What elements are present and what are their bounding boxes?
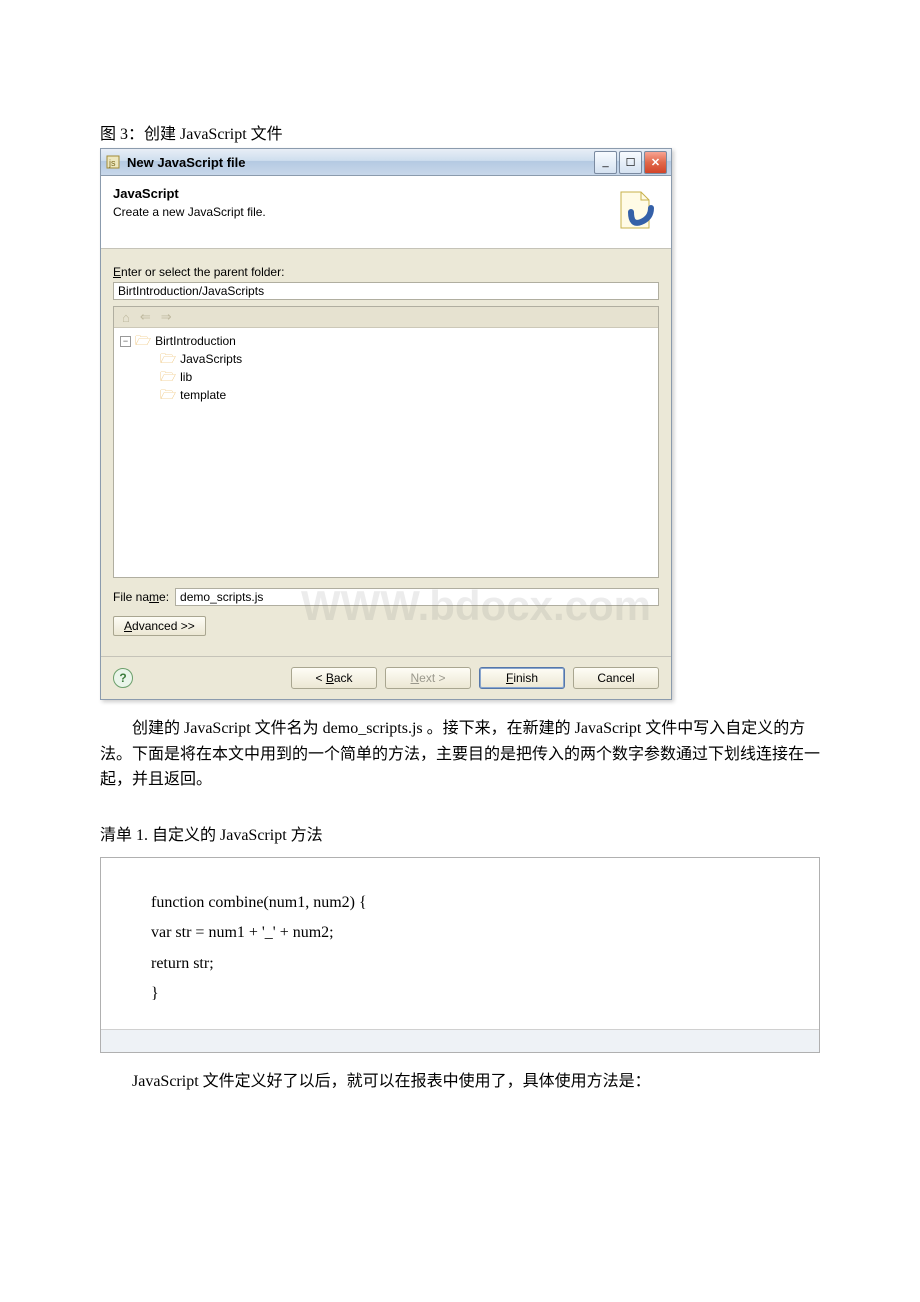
collapse-icon[interactable]: − (120, 336, 131, 347)
dialog-heading: JavaScript (113, 186, 611, 201)
advanced-button[interactable]: Advanced >> (113, 616, 206, 636)
forward-arrow-icon[interactable]: ⇒ (161, 309, 172, 325)
filename-label: File name: (113, 590, 169, 604)
parent-folder-input[interactable] (113, 282, 659, 300)
tree-row-root[interactable]: − 🗁 BirtIntroduction (120, 332, 652, 350)
cancel-button[interactable]: Cancel (573, 667, 659, 689)
tree-row-lib[interactable]: 🗁 lib (120, 368, 652, 386)
code-line: return str; (151, 949, 799, 979)
help-icon[interactable]: ? (113, 668, 133, 688)
paragraph-1: 创建的 JavaScript 文件名为 demo_scripts.js 。接下来… (100, 716, 820, 793)
watermark-text: WWW.bdocx.com (301, 582, 651, 630)
tree-row-javascripts[interactable]: 🗁 JavaScripts (120, 350, 652, 368)
listing-footer (101, 1029, 819, 1052)
code-line: } (151, 979, 799, 1009)
folder-tree: ⌂ ⇐ ⇒ − 🗁 BirtIntroduction 🗁 JavaScripts (113, 306, 659, 578)
tree-toolbar: ⌂ ⇐ ⇒ (114, 307, 658, 328)
dialog-body: EEnter or select the parent folder:nter … (101, 249, 671, 656)
code-line: function combine(num1, num2) { (151, 888, 799, 918)
back-button[interactable]: < Back (291, 667, 377, 689)
maximize-button[interactable]: ☐ (619, 151, 642, 174)
minimize-button[interactable]: _ (594, 151, 617, 174)
code-listing: function combine(num1, num2) { var str =… (100, 857, 820, 1054)
window-title: New JavaScript file (127, 155, 592, 170)
folder-open-icon: 🗁 (160, 386, 176, 404)
folder-open-icon: 🗁 (160, 368, 176, 386)
figure-caption: 图 3：创建 JavaScript 文件 (100, 120, 880, 144)
js-file-icon (611, 186, 659, 234)
tree-row-template[interactable]: 🗁 template (120, 386, 652, 404)
code-line: var str = num1 + '_' + num2; (151, 918, 799, 948)
parent-folder-label: EEnter or select the parent folder:nter … (113, 265, 659, 279)
listing-title: 清单 1. 自定义的 JavaScript 方法 (100, 821, 880, 845)
close-button[interactable]: ✕ (644, 151, 667, 174)
dialog-subheading: Create a new JavaScript file. (113, 205, 611, 219)
app-icon: js (105, 154, 121, 170)
finish-button[interactable]: Finish (479, 667, 565, 689)
back-arrow-icon[interactable]: ⇐ (140, 309, 151, 325)
folder-open-icon: 🗁 (135, 332, 151, 350)
titlebar: js New JavaScript file _ ☐ ✕ (101, 149, 671, 176)
svg-text:js: js (108, 158, 116, 168)
new-js-file-dialog: js New JavaScript file _ ☐ ✕ JavaScript … (100, 148, 672, 700)
dialog-footer: ? < Back Next > Finish Cancel < Back Nex… (101, 656, 671, 699)
paragraph-2: JavaScript 文件定义好了以后，就可以在报表中使用了，具体使用方法是： (100, 1069, 820, 1095)
dialog-header: JavaScript Create a new JavaScript file. (101, 176, 671, 249)
home-icon[interactable]: ⌂ (122, 310, 130, 325)
folder-open-icon: 🗁 (160, 350, 176, 368)
next-button: Next > (385, 667, 471, 689)
